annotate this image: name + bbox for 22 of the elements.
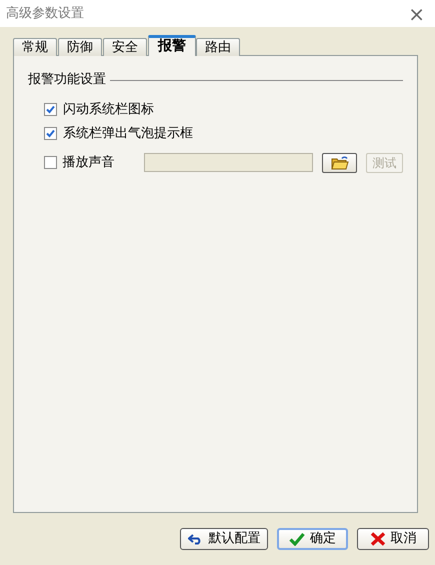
dialog-button[interactable]: 确定 (277, 528, 348, 550)
tab[interactable]: 常规 (13, 38, 57, 56)
checkbox[interactable] (44, 127, 57, 140)
dialog-button[interactable]: 取消 (357, 528, 429, 550)
window-title: 高级参数设置 (6, 4, 84, 23)
checkbox-label: 播放声音 (62, 154, 116, 172)
group-title: 报警功能设置 (28, 71, 106, 89)
tab[interactable]: 安全 (103, 38, 147, 56)
checkbox[interactable] (44, 156, 57, 169)
close-button[interactable]: × (408, 4, 425, 24)
dialog-button[interactable]: 默认配置 (180, 528, 268, 550)
tab[interactable]: 路由 (196, 38, 240, 56)
checkbox-label: 系统栏弹出气泡提示框 (63, 124, 193, 143)
checkbox-label: 闪动系统栏图标 (63, 100, 154, 119)
tab[interactable]: 防御 (58, 38, 102, 56)
tab[interactable]: 报警 (148, 35, 196, 56)
check-icon (289, 532, 305, 546)
close-icon (370, 532, 386, 546)
checkbox[interactable] (44, 103, 57, 116)
browse-button[interactable] (322, 152, 358, 172)
folder-icon (330, 156, 349, 170)
undo-icon (188, 533, 204, 545)
